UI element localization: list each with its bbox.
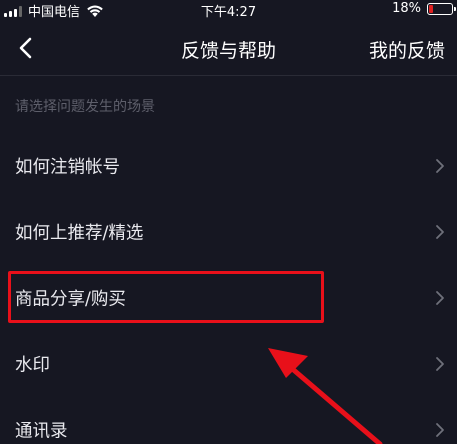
- chevron-right-icon: [436, 159, 444, 173]
- annotation-arrow-icon: [268, 348, 383, 444]
- section-hint: 请选择问题发生的场景: [15, 99, 155, 115]
- status-bar: 中国电信 下午4:27 18%: [0, 0, 457, 20]
- battery-icon: [427, 2, 456, 15]
- list-item-label: 水印: [15, 355, 50, 376]
- list-item-cancel-account[interactable]: 如何注销帐号: [0, 133, 457, 199]
- chevron-right-icon: [436, 225, 444, 239]
- battery-fill: [429, 4, 433, 13]
- list-item-get-recommended[interactable]: 如何上推荐/精选: [0, 199, 457, 265]
- list-item-label: 如何注销帐号: [15, 157, 120, 178]
- status-right: 18%: [392, 1, 456, 16]
- list-item-label: 通讯录: [15, 421, 68, 442]
- nav-bar: 反馈与帮助 我的反馈: [0, 20, 457, 76]
- my-feedback-button[interactable]: 我的反馈: [369, 36, 445, 63]
- battery-percent: 18%: [392, 1, 421, 16]
- list-item-label: 如何上推荐/精选: [15, 223, 144, 244]
- highlight-box: [8, 271, 324, 323]
- chevron-right-icon: [436, 291, 444, 305]
- status-time: 下午4:27: [200, 5, 257, 20]
